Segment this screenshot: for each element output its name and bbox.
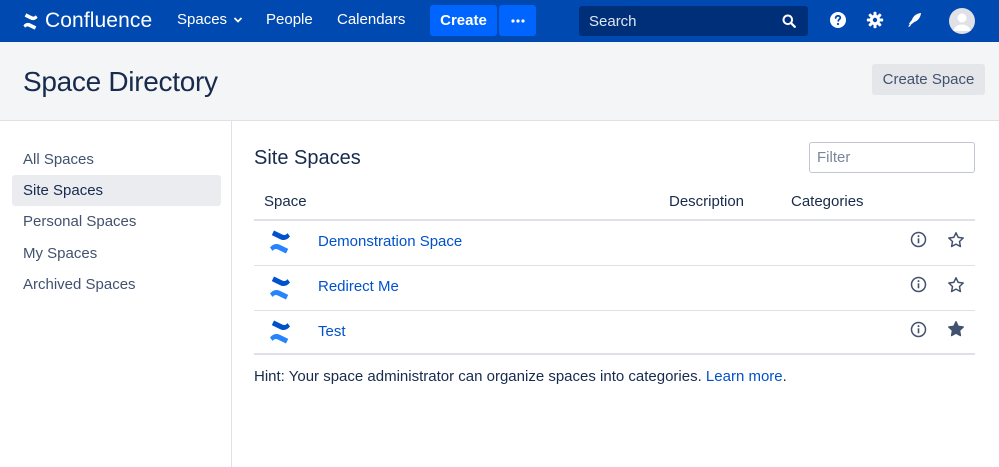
top-navigation-bar: Confluence Spaces People Calendars Creat… [0,0,999,42]
people-link[interactable]: People [266,11,313,28]
table-bottom-divider [254,353,975,355]
row-divider [254,310,975,311]
row-divider [254,265,975,266]
column-header-space[interactable]: Space [264,193,307,210]
star-outline-icon[interactable] [947,276,965,294]
hint-period: . [782,368,787,385]
user-avatar-icon [953,13,971,31]
sidebar-item-all-spaces[interactable]: All Spaces [12,144,221,175]
column-header-categories: Categories [791,193,864,210]
search-placeholder: Search [589,12,637,30]
learn-more-link[interactable]: Learn more [706,368,783,385]
page-header: Space Directory Create Space [0,42,999,121]
section-title: Site Spaces [254,147,361,169]
space-logo-icon[interactable] [268,276,292,300]
sidebar-item-personal-spaces[interactable]: Personal Spaces [12,206,221,237]
space-logo-icon[interactable] [268,230,292,254]
settings-icon[interactable] [866,11,884,29]
column-header-description: Description [669,193,745,210]
confluence-logo-icon [23,12,38,30]
notifications-icon[interactable] [906,11,924,29]
brand-name: Confluence [45,9,153,32]
page-title: Space Directory [23,66,218,97]
search-icon [782,14,796,28]
create-button[interactable]: Create [430,5,497,36]
chevron-down-icon [233,16,243,23]
info-icon[interactable] [910,321,927,338]
space-link[interactable]: Redirect Me [318,278,399,295]
hint-text: Hint: Your space administrator can organ… [254,368,787,385]
space-link[interactable]: Demonstration Space [318,233,462,250]
calendars-link[interactable]: Calendars [337,11,405,28]
hint-message: Hint: Your space administrator can organ… [254,368,706,385]
info-icon[interactable] [910,276,927,293]
table-header-divider [254,219,975,221]
filter-input[interactable] [809,142,975,173]
space-link[interactable]: Test [318,323,346,340]
space-logo-icon[interactable] [268,320,292,344]
more-dots-icon [510,18,525,23]
sidebar-item-my-spaces[interactable]: My Spaces [12,238,221,269]
info-icon[interactable] [910,231,927,248]
create-space-button[interactable]: Create Space [872,64,985,95]
sidebar-item-archived-spaces[interactable]: Archived Spaces [12,269,221,300]
sidebar-item-site-spaces[interactable]: Site Spaces [12,175,221,206]
search-input[interactable]: Search [579,6,808,36]
star-filled-icon[interactable] [947,320,965,338]
help-icon[interactable] [829,11,847,29]
avatar[interactable] [949,8,975,34]
confluence-logo[interactable]: Confluence [22,9,152,33]
spaces-menu-label: Spaces [177,11,228,28]
star-outline-icon[interactable] [947,231,965,249]
more-create-button[interactable] [499,5,536,36]
spaces-menu[interactable]: Spaces [177,11,243,28]
sidebar: All Spaces Site Spaces Personal Spaces M… [0,121,232,467]
